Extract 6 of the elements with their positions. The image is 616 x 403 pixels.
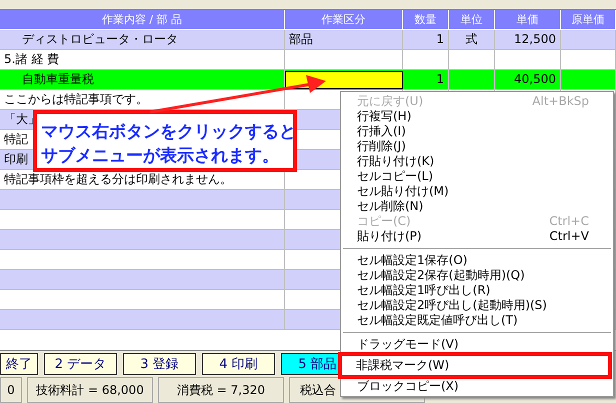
status-field: 技術料計 = 68,000 — [27, 377, 153, 403]
status-field: 消費税 = 7,320 — [158, 377, 284, 403]
shortcut-label: Alt+BkSp — [532, 94, 589, 109]
status-field: 0 — [0, 377, 22, 403]
shortcut-label: Ctrl+V — [549, 229, 589, 244]
shortcut-label: Ctrl+C — [549, 214, 589, 229]
